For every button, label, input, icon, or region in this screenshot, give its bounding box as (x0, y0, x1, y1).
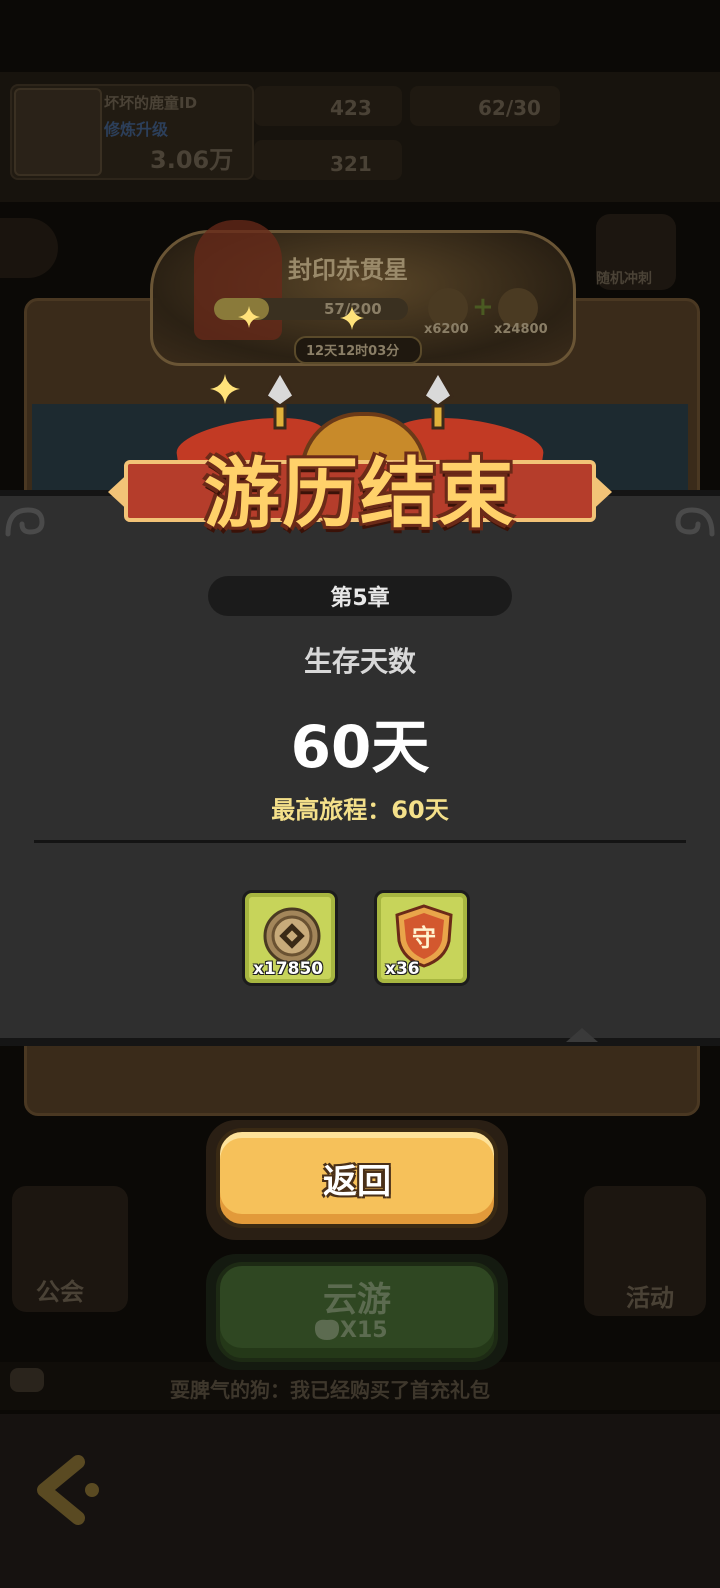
peach-icon (314, 1319, 340, 1340)
banner-timer: 12天12时03分 (306, 344, 400, 359)
activity-label: 活动 (626, 1284, 674, 1312)
sparkle-icon (340, 306, 364, 330)
reward-qty: x17850 (253, 959, 324, 979)
survival-days-label: 生存天数 (303, 645, 416, 678)
stamina-value: 62/30 (478, 96, 541, 120)
chat-icon (10, 1368, 44, 1392)
modal-notch (566, 1028, 598, 1042)
sparkle-icon (210, 374, 240, 404)
chapter-label: 第5章 (208, 576, 512, 616)
coins-resource[interactable] (254, 86, 402, 126)
banner-reward-a: x6200 (424, 322, 469, 337)
banner-title: 封印赤贯星 (288, 256, 408, 284)
side-event-label: 随机冲刺 (596, 271, 652, 287)
back-arrow-icon[interactable] (30, 1450, 110, 1530)
banner-reward-b: x24800 (494, 322, 548, 337)
svg-text:守: 守 (412, 924, 436, 952)
cloud-travel-label: 云游 (323, 1280, 391, 1320)
survival-days-value: 60天 (290, 713, 430, 781)
sparkle-icon (238, 306, 260, 328)
player-subtitle: 修炼升级 (104, 120, 169, 139)
spear-tip-icon (422, 370, 454, 430)
modal-title: 游历结束 (204, 449, 516, 538)
cloud-travel-cost: X15 (340, 1318, 388, 1343)
guild-label: 公会 (36, 1278, 84, 1306)
play-side-button[interactable] (0, 218, 58, 278)
player-name: 坏坏的鹿童ID (104, 94, 198, 112)
gems-value: 321 (330, 152, 372, 176)
best-journey-text: 最高旅程：60天 (271, 796, 449, 824)
return-button[interactable]: 返回 (216, 1128, 498, 1228)
chat-message: 耍脾气的狗：我已经购买了首充礼包 (170, 1378, 490, 1402)
plus-icon: + (472, 292, 494, 322)
gems-resource[interactable] (254, 140, 402, 180)
reward-qty: x36 (385, 959, 420, 979)
reward-coin[interactable]: x17850 (242, 890, 338, 986)
coin-icon (263, 907, 321, 965)
player-power: 3.06万 (150, 146, 234, 174)
avatar[interactable] (14, 88, 102, 176)
divider (34, 840, 686, 843)
reward-guard-shield[interactable]: 守 x36 (374, 890, 470, 986)
coins-value: 423 (330, 96, 372, 120)
spear-tip-icon (264, 370, 296, 430)
